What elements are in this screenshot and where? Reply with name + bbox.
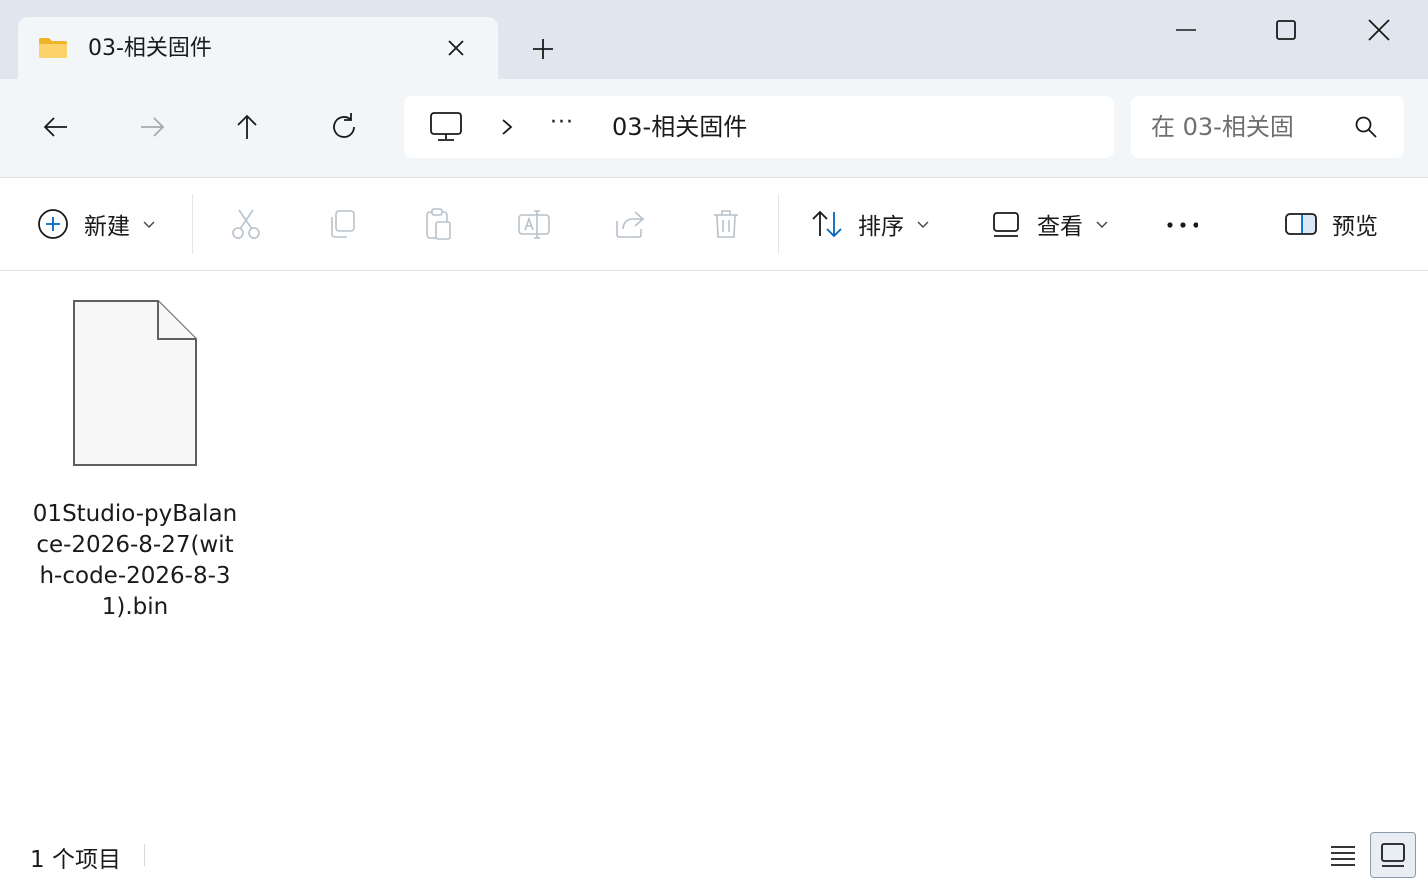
large-icons-view-icon bbox=[1381, 843, 1405, 867]
new-label: 新建 bbox=[84, 214, 130, 240]
delete-button[interactable] bbox=[709, 206, 743, 242]
back-arrow-icon[interactable] bbox=[38, 109, 74, 145]
navigation-bar: ··· 03-相关固件 bbox=[0, 79, 1428, 178]
title-bar: 03-相关固件 bbox=[0, 0, 1428, 79]
paste-icon bbox=[426, 208, 451, 240]
sort-button[interactable]: 排序 bbox=[810, 206, 930, 242]
file-list: 01Studio-pyBalance-2026-8-27(with-code-2… bbox=[0, 271, 1428, 811]
breadcrumb-current[interactable]: 03-相关固件 bbox=[612, 111, 747, 143]
search-input[interactable] bbox=[1151, 108, 1321, 146]
chevron-down-icon bbox=[143, 221, 155, 228]
close-icon[interactable] bbox=[442, 34, 470, 62]
rename-button[interactable] bbox=[517, 206, 551, 242]
up-arrow-icon[interactable] bbox=[229, 109, 265, 145]
chevron-down-icon bbox=[1096, 221, 1108, 228]
forward-arrow-icon[interactable] bbox=[134, 109, 170, 145]
preview-pane-button[interactable]: 预览 bbox=[1284, 206, 1378, 242]
paste-button[interactable] bbox=[421, 206, 455, 242]
details-view-button[interactable] bbox=[1320, 832, 1366, 878]
more-icon bbox=[1167, 222, 1198, 228]
plus-circle-icon bbox=[38, 209, 68, 239]
computer-icon[interactable] bbox=[428, 111, 464, 143]
close-window-icon[interactable] bbox=[1361, 12, 1397, 48]
folder-icon bbox=[39, 38, 67, 58]
cut-icon bbox=[232, 209, 260, 239]
file-icon bbox=[73, 300, 197, 466]
sort-label: 排序 bbox=[858, 214, 904, 240]
preview-label: 预览 bbox=[1332, 214, 1378, 240]
command-bar: 新建 排序 查看 预览 bbox=[0, 178, 1428, 271]
details-view-icon bbox=[1331, 846, 1355, 866]
chevron-right-icon[interactable] bbox=[496, 115, 518, 139]
plus-icon[interactable] bbox=[528, 34, 558, 64]
copy-icon bbox=[331, 210, 355, 238]
share-button[interactable] bbox=[613, 206, 647, 242]
search-box[interactable] bbox=[1131, 96, 1404, 158]
large-icons-view-button[interactable] bbox=[1370, 832, 1416, 878]
file-name: 01Studio-pyBalance-2026-8-27(with-code-2… bbox=[32, 501, 238, 620]
more-options-button[interactable] bbox=[1164, 206, 1198, 242]
chevron-down-icon bbox=[917, 221, 929, 228]
view-icon bbox=[993, 212, 1019, 237]
delete-icon bbox=[714, 210, 738, 238]
rename-icon bbox=[518, 210, 550, 239]
cut-button[interactable] bbox=[229, 206, 263, 242]
copy-button[interactable] bbox=[325, 206, 359, 242]
status-bar: 1 个项目 bbox=[0, 828, 1428, 882]
view-button[interactable]: 查看 bbox=[989, 206, 1109, 242]
search-icon[interactable] bbox=[1353, 114, 1379, 140]
refresh-icon[interactable] bbox=[326, 109, 362, 145]
file-explorer-window: 03-相关固件 ··· 03-相关固件 在 03-相关固 新建 排序 查看 预览… bbox=[0, 0, 1428, 882]
divider bbox=[192, 194, 193, 254]
breadcrumb-overflow[interactable]: ··· bbox=[550, 110, 574, 135]
divider bbox=[144, 844, 145, 866]
view-label: 查看 bbox=[1037, 214, 1083, 240]
preview-pane-icon bbox=[1285, 213, 1317, 235]
item-count: 1 个项目 bbox=[30, 847, 121, 873]
minimize-icon[interactable] bbox=[1168, 12, 1204, 48]
sort-icon bbox=[812, 210, 842, 238]
tab-title: 03-相关固件 bbox=[88, 36, 212, 61]
share-icon bbox=[616, 211, 645, 238]
maximize-icon[interactable] bbox=[1268, 12, 1304, 48]
tab-current-folder[interactable]: 03-相关固件 bbox=[18, 17, 498, 79]
list-item[interactable]: 01Studio-pyBalance-2026-8-27(with-code-2… bbox=[32, 291, 238, 620]
new-button[interactable]: 新建 bbox=[36, 206, 156, 242]
divider bbox=[778, 194, 779, 254]
address-bar[interactable]: ··· 03-相关固件 bbox=[404, 96, 1114, 158]
